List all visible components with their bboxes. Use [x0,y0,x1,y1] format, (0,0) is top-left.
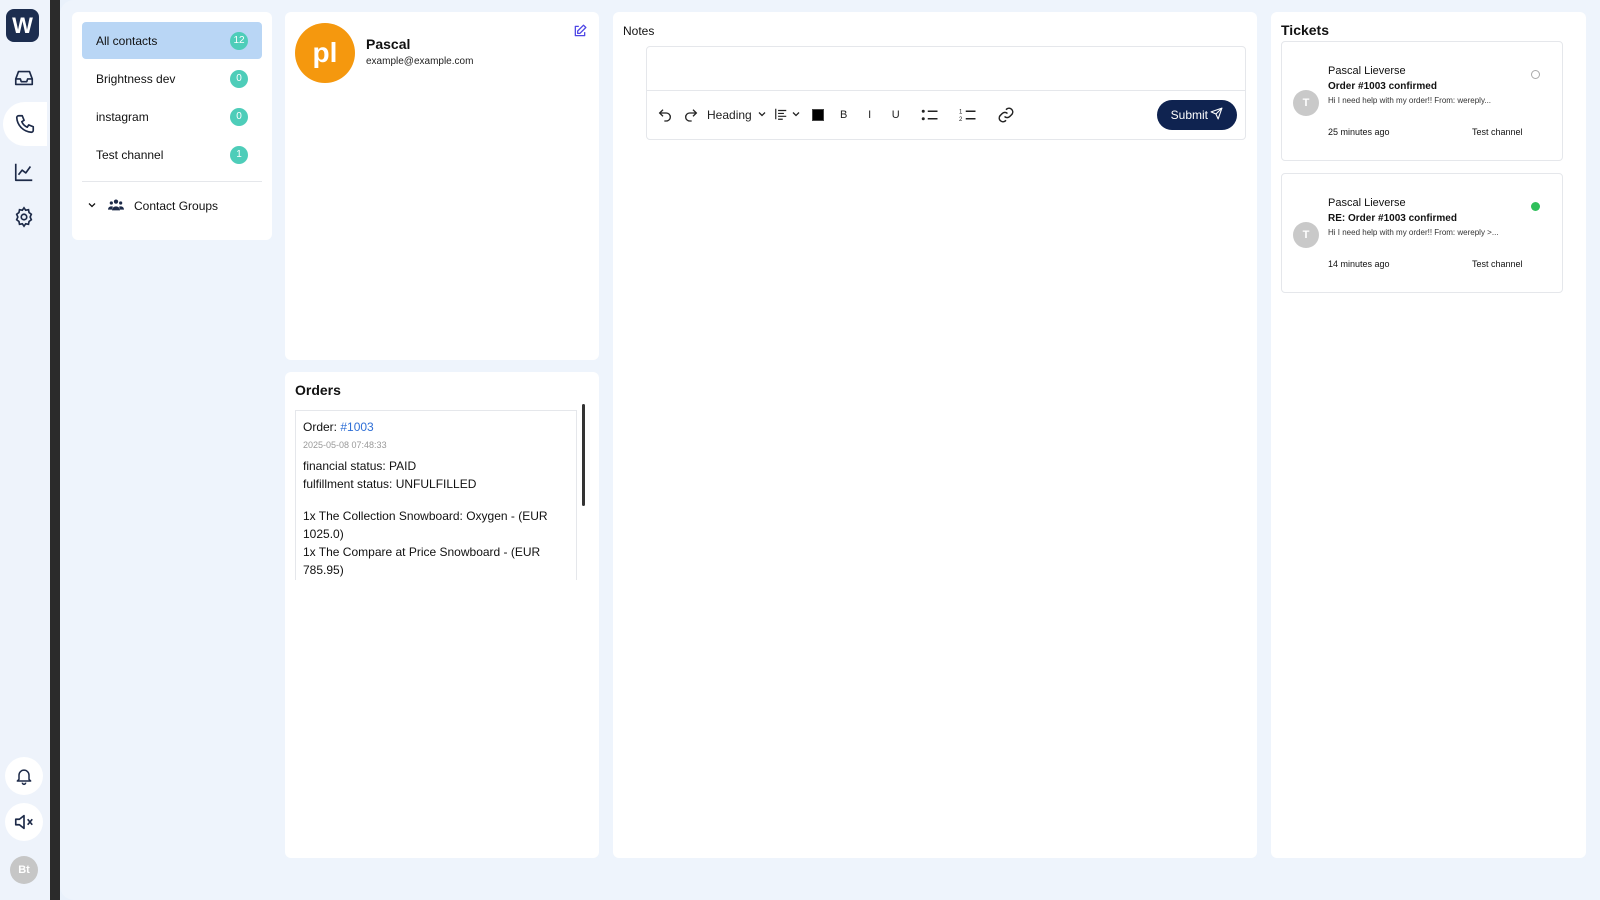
orders-card: Orders Order: #1003 2025-05-08 07:48:33 … [285,372,599,858]
contact-filter-label: All contacts [96,33,158,48]
contact-filter-label: Brightness dev [96,71,176,86]
contact-profile-card: pl Pascal example@example.com [285,12,599,360]
ticket-preview: Hi I need help with my order!! From: wer… [1328,228,1499,237]
contact-filter-test-channel[interactable]: Test channel 1 [82,136,262,173]
color-swatch [811,109,824,121]
order-label: Order: [303,420,341,434]
contact-groups-label: Contact Groups [134,199,219,213]
italic-button[interactable]: I [860,103,880,127]
notes-editor: Heading B I U 12 Submit [646,46,1246,140]
chevron-down-icon [756,108,768,123]
order-line-item: 1x The Collection Snowboard: Oxygen - (E… [303,509,548,541]
order-date: 2025-05-08 07:48:33 [303,440,387,450]
send-icon [1210,107,1223,123]
users-group-icon [108,198,124,215]
submit-label: Submit [1170,108,1208,122]
order-fulfillment-status: fulfillment status: UNFULFILLED [303,477,477,491]
order-line-item: 1x The Compare at Price Snowboard - (EUR… [303,545,541,577]
contact-email: example@example.com [366,56,474,67]
underline-button[interactable]: U [886,103,906,127]
contact-filter-instagram[interactable]: instagram 0 [82,98,262,135]
ticket-preview: Hi I need help with my order!! From: wer… [1328,96,1492,105]
undo-icon[interactable] [655,103,675,127]
nav-rail: W Bt [0,0,60,900]
ticket-avatar: T [1293,222,1319,248]
editor-toolbar: Heading B I U 12 Submit [647,91,1245,139]
contacts-panel: All contacts 12 Brightness dev 0 instagr… [72,12,272,240]
orders-title: Orders [295,382,341,398]
heading-select-label: Heading [707,108,752,122]
count-badge: 1 [230,145,248,164]
user-avatar[interactable]: Bt [10,856,38,884]
count-badge: 0 [230,107,248,126]
ticket-status-indicator [1531,202,1540,211]
divider [82,181,262,182]
submit-button[interactable]: Submit [1156,100,1237,130]
bullet-list-icon[interactable] [920,103,940,127]
phone-icon[interactable] [3,102,47,146]
link-icon[interactable] [996,103,1016,127]
text-color-picker[interactable] [808,103,828,127]
contact-filter-brightness-dev[interactable]: Brightness dev 0 [82,60,262,97]
contact-filter-label: instagram [96,109,149,124]
contact-name: Pascal [366,36,411,52]
bold-button[interactable]: B [834,103,854,127]
ticket-time: 25 minutes ago [1328,127,1390,137]
ticket-subject: Order #1003 confirmed [1328,81,1437,92]
ticket-item[interactable]: T Pascal Lieverse RE: Order #1003 confir… [1281,173,1563,293]
order-item: Order: #1003 2025-05-08 07:48:33 financi… [295,410,577,580]
count-badge: 0 [230,69,248,88]
ticket-customer-name: Pascal Lieverse [1328,65,1406,77]
svg-text:2: 2 [959,117,963,123]
notes-card: Notes Heading B I U 1 2 Submit [613,12,1257,858]
ticket-subject: RE: Order #1003 confirmed [1328,213,1457,224]
ticket-time: 14 minutes ago [1328,259,1390,269]
inbox-icon[interactable] [6,60,42,96]
contact-avatar: pl [295,23,355,83]
mute-icon[interactable] [5,803,43,841]
bell-icon[interactable] [5,757,43,795]
ticket-status-indicator [1531,70,1540,79]
ticket-channel: Test channel [1472,127,1523,137]
svg-text:1: 1 [959,110,963,116]
count-badge: 12 [230,31,248,50]
chevron-down-icon [86,199,98,214]
tickets-title: Tickets [1281,22,1329,38]
edit-icon[interactable] [573,24,589,40]
align-select[interactable] [774,103,802,127]
align-icon [774,107,788,124]
orders-scrollbar[interactable] [582,404,585,506]
numbered-list-icon[interactable]: 12 [958,103,978,127]
redo-icon[interactable] [681,103,701,127]
ticket-item[interactable]: T Pascal Lieverse Order #1003 confirmed … [1281,41,1563,161]
rail-divider [50,0,60,900]
order-number-link[interactable]: #1003 [340,420,373,434]
chevron-down-icon [790,108,802,123]
notes-input[interactable] [647,47,1245,91]
ticket-channel: Test channel [1472,259,1523,269]
contact-filter-label: Test channel [96,147,164,162]
heading-select[interactable]: Heading [707,103,768,127]
tickets-card: Tickets T Pascal Lieverse Order #1003 co… [1271,12,1586,858]
notes-title: Notes [623,24,655,38]
ticket-avatar: T [1293,90,1319,116]
contact-groups-toggle[interactable]: Contact Groups [82,190,262,222]
settings-gear-icon[interactable] [6,199,42,235]
ticket-customer-name: Pascal Lieverse [1328,197,1406,209]
order-financial-status: financial status: PAID [303,459,417,473]
analytics-icon[interactable] [6,154,42,190]
contact-filter-all[interactable]: All contacts 12 [82,22,262,59]
app-logo[interactable]: W [6,9,39,42]
